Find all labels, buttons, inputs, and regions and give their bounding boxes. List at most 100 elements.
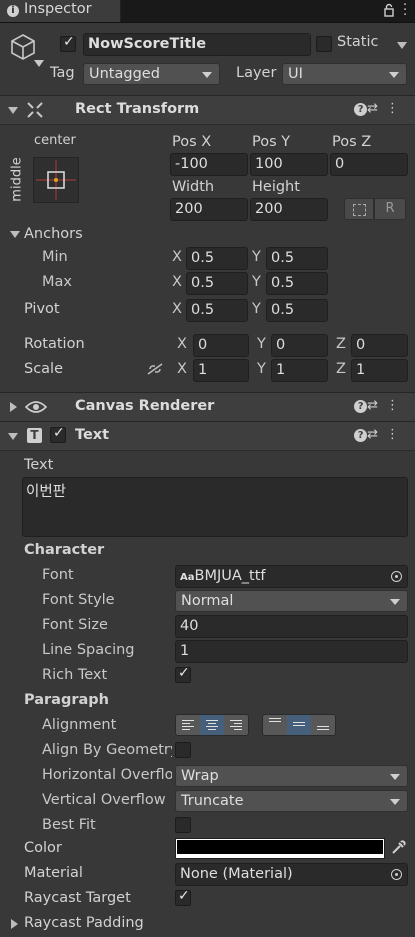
- object-picker-icon[interactable]: [391, 571, 402, 582]
- align-middle-button[interactable]: [287, 715, 311, 735]
- presets-icon[interactable]: ⇄: [367, 101, 386, 116]
- rect-transform-icon: [27, 102, 43, 122]
- kebab-menu-icon[interactable]: ⋮: [386, 398, 407, 413]
- layer-label: Layer: [236, 65, 277, 81]
- help-icon[interactable]: ?: [354, 103, 368, 116]
- material-value: None (Material): [180, 866, 293, 882]
- align-right-icon: [230, 720, 242, 732]
- align-middle-icon: [293, 722, 305, 728]
- vertical-overflow-dropdown[interactable]: Truncate: [175, 790, 408, 812]
- raw-edit-button[interactable]: R: [374, 198, 406, 220]
- rotation-y-field[interactable]: 0: [271, 334, 328, 357]
- icon-dropdown-arrow[interactable]: [34, 60, 44, 67]
- component-title: Canvas Renderer: [75, 398, 215, 414]
- text-label: Text: [24, 457, 54, 473]
- gameobject-active-checkbox[interactable]: ✓: [60, 34, 76, 52]
- align-by-geometry-checkbox[interactable]: [175, 742, 191, 758]
- align-right-button[interactable]: [224, 715, 248, 735]
- text-enabled-checkbox[interactable]: ✓: [50, 425, 66, 443]
- align-left-icon: [182, 720, 194, 732]
- link-icon[interactable]: [146, 362, 164, 380]
- scale-y-field[interactable]: 1: [271, 359, 328, 382]
- kebab-menu-icon[interactable]: ⋮: [386, 427, 407, 442]
- anchors-foldout-arrow[interactable]: [10, 231, 20, 238]
- info-icon: i: [7, 5, 19, 17]
- kebab-menu-icon[interactable]: ⋮: [386, 101, 407, 116]
- chevron-down-icon: [389, 72, 399, 78]
- vertical-overflow-value: Truncate: [181, 793, 244, 809]
- max-y-field[interactable]: 0.5: [266, 272, 328, 295]
- pos-x-field[interactable]: -100: [170, 153, 248, 176]
- font-field[interactable]: AaBMJUA_ttf: [175, 565, 408, 588]
- pivot-x-field[interactable]: 0.5: [186, 299, 248, 322]
- material-label: Material: [24, 865, 83, 881]
- align-center-button[interactable]: [200, 715, 224, 735]
- chevron-down-icon: [390, 774, 400, 780]
- rotation-x-field[interactable]: 0: [193, 334, 249, 357]
- align-left-button[interactable]: [176, 715, 200, 735]
- layer-dropdown[interactable]: UI: [282, 63, 407, 85]
- font-size-field[interactable]: 40: [175, 615, 408, 638]
- text-component-icon: T: [27, 428, 42, 443]
- color-label: Color: [24, 840, 62, 856]
- text-area[interactable]: 이번판: [22, 477, 408, 537]
- object-picker-icon[interactable]: [391, 869, 402, 880]
- rot-z-axis: Z: [336, 336, 346, 352]
- align-top-button[interactable]: [263, 715, 287, 735]
- rich-text-label: Rich Text: [42, 667, 108, 683]
- scale-x-axis: X: [177, 361, 187, 377]
- pos-z-field[interactable]: 0: [330, 153, 408, 176]
- blueprint-mode-button[interactable]: [344, 198, 374, 220]
- anchor-preset-button[interactable]: [33, 157, 79, 203]
- font-style-dropdown[interactable]: Normal: [175, 590, 408, 612]
- color-swatch[interactable]: [175, 838, 385, 859]
- rich-text-checkbox[interactable]: ✓: [175, 665, 191, 683]
- min-x-field[interactable]: 0.5: [186, 247, 248, 270]
- pos-y-field[interactable]: 100: [250, 153, 328, 176]
- tab-bar: i Inspector · · ·: [0, 0, 415, 23]
- component-header-icons: ? ⇄⋮: [354, 101, 407, 116]
- static-checkbox[interactable]: [316, 36, 332, 52]
- gameobject-name-field[interactable]: NowScoreTitle: [83, 33, 311, 56]
- rect-transform-header[interactable]: Rect Transform ? ⇄⋮: [0, 95, 415, 125]
- horizontal-overflow-dropdown[interactable]: Wrap: [175, 765, 408, 787]
- collapse-arrow-icon: [8, 433, 18, 440]
- presets-icon[interactable]: ⇄: [367, 398, 386, 413]
- presets-icon[interactable]: ⇄: [367, 427, 386, 442]
- static-dropdown-arrow[interactable]: [397, 42, 407, 49]
- pivot-y-field[interactable]: 0.5: [266, 299, 328, 322]
- best-fit-checkbox[interactable]: [175, 817, 191, 833]
- align-bottom-icon: [317, 726, 329, 732]
- max-x-field[interactable]: 0.5: [186, 272, 248, 295]
- more-menu-icon[interactable]: · · ·: [403, 0, 407, 22]
- canvas-renderer-header[interactable]: Canvas Renderer ? ⇄⋮: [0, 392, 415, 422]
- width-field[interactable]: 200: [170, 198, 248, 221]
- help-icon[interactable]: ?: [354, 429, 368, 442]
- font-asset-icon: Aa: [180, 572, 195, 583]
- text-component-header[interactable]: T ✓ Text ? ⇄⋮: [0, 421, 415, 451]
- pos-z-label: Pos Z: [332, 134, 372, 150]
- align-by-geometry-label: Align By Geometry: [42, 742, 172, 758]
- lock-icon[interactable]: [383, 3, 395, 17]
- line-spacing-label: Line Spacing: [42, 642, 135, 658]
- chevron-down-icon: [390, 799, 400, 805]
- raycast-padding-foldout-arrow[interactable]: [11, 919, 18, 929]
- scale-x-field[interactable]: 1: [193, 359, 249, 382]
- tag-dropdown[interactable]: Untagged: [83, 63, 220, 85]
- tab-inspector[interactable]: i Inspector: [0, 0, 121, 22]
- tab-label: Inspector: [24, 1, 92, 17]
- horizontal-overflow-value: Wrap: [181, 768, 219, 784]
- help-icon[interactable]: ?: [354, 400, 368, 413]
- eyedropper-icon[interactable]: [390, 840, 406, 860]
- min-y-field[interactable]: 0.5: [266, 247, 328, 270]
- rotation-z-field[interactable]: 0: [351, 334, 408, 357]
- height-label: Height: [252, 179, 300, 195]
- component-title: Text: [75, 427, 110, 443]
- line-spacing-field[interactable]: 1: [175, 640, 408, 663]
- scale-z-field[interactable]: 1: [351, 359, 408, 382]
- raycast-padding-label[interactable]: Raycast Padding: [24, 915, 144, 931]
- raycast-target-checkbox[interactable]: ✓: [175, 888, 191, 906]
- material-field[interactable]: None (Material): [175, 863, 408, 886]
- height-field[interactable]: 200: [250, 198, 328, 221]
- align-bottom-button[interactable]: [311, 715, 335, 735]
